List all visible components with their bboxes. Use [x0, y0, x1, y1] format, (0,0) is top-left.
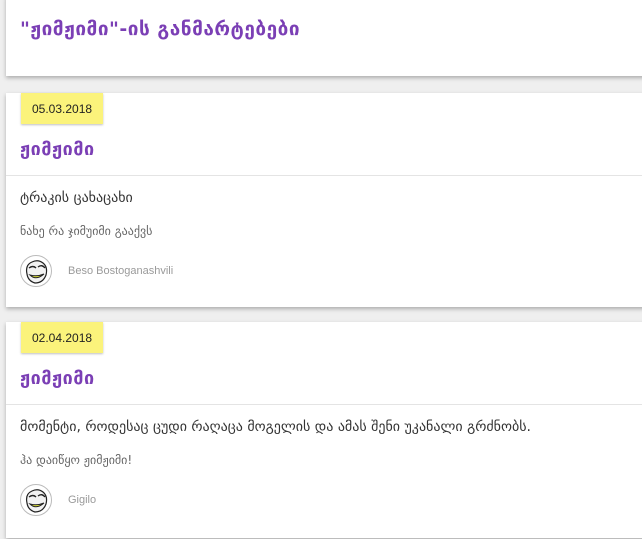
divider [6, 175, 642, 176]
word-title-link[interactable]: ჟიმჟიმი [20, 139, 95, 160]
definition-card: 02.04.2018 ჟიმჟიმი მომენტი, როდესაც ცუდი… [6, 322, 642, 538]
page-header-card: "ჟიმჟიმი"-ის განმარტებები [6, 0, 642, 76]
page-title: "ჟიმჟიმი"-ის განმარტებები [20, 18, 301, 40]
date-badge: 02.04.2018 [21, 322, 104, 353]
divider [6, 404, 642, 405]
word-title-link[interactable]: ჟიმჟიმი [20, 368, 95, 389]
example-text: ჰა დაიწყო ჟიმჟიმი! [20, 453, 133, 467]
trollface-avatar-icon[interactable] [20, 484, 52, 516]
date-badge: 05.03.2018 [21, 93, 104, 124]
definition-text: მომენტი, როდესაც ცუდი რაღაცა მოგელის და … [20, 419, 531, 435]
trollface-avatar-icon[interactable] [20, 255, 52, 287]
author-row: Gigilo [20, 484, 96, 516]
author-row: Beso Bostoganashvili [20, 255, 173, 287]
author-name[interactable]: Beso Bostoganashvili [68, 265, 173, 277]
definition-card: 05.03.2018 ჟიმჟიმი ტრაკის ცახაცახი ნახე … [6, 93, 642, 307]
definition-text: ტრაკის ცახაცახი [20, 190, 133, 206]
example-text: ნახე რა ჯიმუიმი გააქვს [20, 224, 153, 238]
author-name[interactable]: Gigilo [68, 494, 96, 506]
